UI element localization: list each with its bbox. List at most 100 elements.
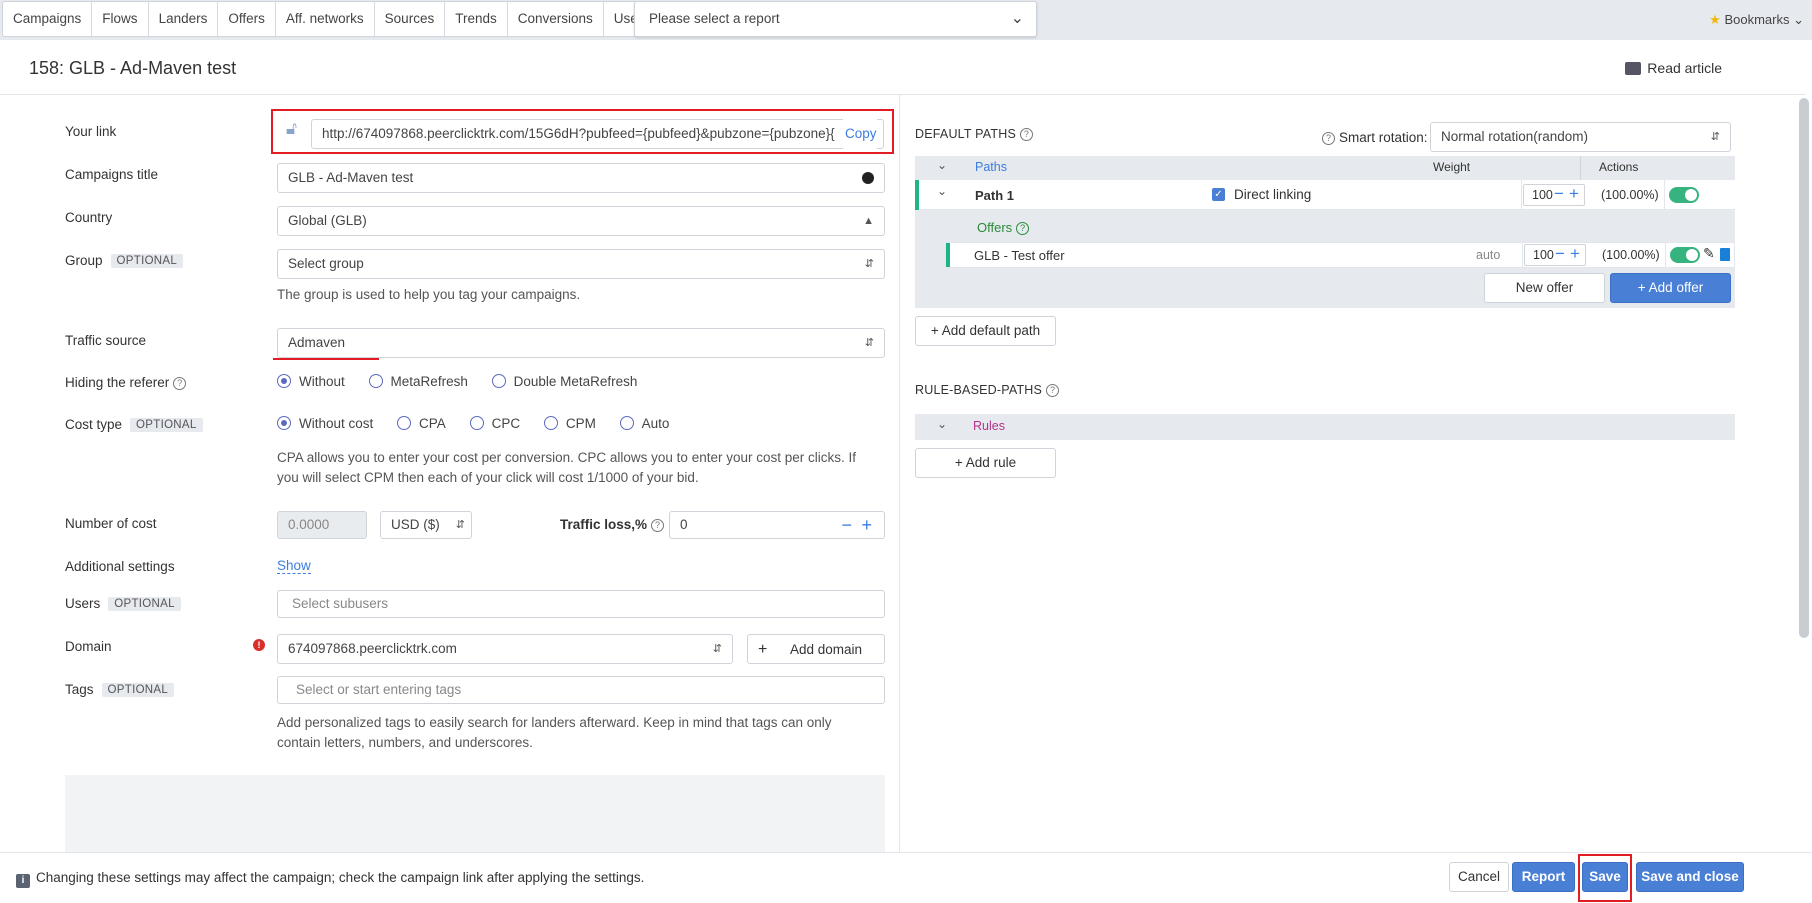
chevron-down-icon[interactable]: ⌄ xyxy=(937,184,947,198)
updown-icon: ▲ xyxy=(863,215,874,227)
help-icon[interactable]: ? xyxy=(1016,222,1030,235)
cancel-button[interactable]: Cancel xyxy=(1449,862,1509,892)
radio-cpa[interactable]: CPA xyxy=(397,416,446,431)
book-icon xyxy=(1625,62,1642,75)
page-title: 158: GLB - Ad-Maven test xyxy=(29,58,237,78)
radio-cpc[interactable]: CPC xyxy=(469,416,520,431)
traffic-loss-text: Traffic loss,% xyxy=(560,517,648,532)
plus-icon[interactable]: + xyxy=(861,512,872,538)
bookmarks-menu[interactable]: ★ Bookmarks ⌄ xyxy=(1709,0,1804,40)
nav-tab-conversions[interactable]: Conversions xyxy=(508,2,604,36)
nav-tab-aff-networks[interactable]: Aff. networks xyxy=(276,2,375,36)
radio-metarefresh[interactable]: MetaRefresh xyxy=(368,374,468,389)
nav-tab-trends[interactable]: Trends xyxy=(445,2,508,36)
path-row[interactable]: ⌄ Path 1 ✓ Direct linking 100− + (100.00%… xyxy=(915,180,1735,210)
offer-toggle[interactable] xyxy=(1670,247,1700,263)
radio-icon xyxy=(277,416,291,430)
help-icon[interactable]: ? xyxy=(173,377,187,390)
subusers-placeholder: Select subusers xyxy=(292,596,389,611)
help-icon[interactable]: ? xyxy=(1046,384,1060,397)
radio-double-metarefresh[interactable]: Double MetaRefresh xyxy=(491,374,638,389)
radio-without-cost[interactable]: Without cost xyxy=(277,416,373,431)
optional-badge: OPTIONAL xyxy=(101,683,175,697)
radio-label: Without cost xyxy=(299,416,374,431)
nav-tab-landers[interactable]: Landers xyxy=(149,2,219,36)
traffic-source-select[interactable]: Admaven ⇵ xyxy=(277,328,885,358)
optional-badge: OPTIONAL xyxy=(108,597,181,611)
nav-tab-sources[interactable]: Sources xyxy=(375,2,446,36)
group-select[interactable]: Select group ⇵ xyxy=(277,249,885,279)
radio-auto[interactable]: Auto xyxy=(619,416,670,431)
offers-title-text: Offers xyxy=(977,220,1013,235)
cost-type-label: Cost type OPTIONAL xyxy=(65,417,203,432)
color-dot-icon[interactable] xyxy=(862,172,874,184)
new-offer-button[interactable]: New offer xyxy=(1484,273,1605,303)
add-offer-button[interactable]: + Add offer xyxy=(1610,273,1731,303)
plus-icon[interactable]: + xyxy=(1569,184,1579,204)
traffic-source-value: Admaven xyxy=(288,335,346,350)
radio-cpm[interactable]: CPM xyxy=(543,416,596,431)
minus-icon[interactable]: − xyxy=(1555,244,1565,264)
add-default-path-button[interactable]: + Add default path xyxy=(915,316,1056,346)
offer-row[interactable]: GLB - Test offer auto 100− + (100.00%) ✎ xyxy=(945,242,1735,268)
minus-icon[interactable]: − xyxy=(841,512,852,538)
plus-icon[interactable]: + xyxy=(1570,244,1580,264)
minus-icon[interactable]: − xyxy=(1554,184,1564,204)
add-domain-button[interactable]: + Add domain xyxy=(747,634,885,664)
save-and-close-button[interactable]: Save and close xyxy=(1636,862,1744,892)
radio-without[interactable]: Without xyxy=(277,374,345,389)
chevron-down-icon[interactable]: ⌄ xyxy=(937,417,947,431)
report-select[interactable]: Please select a report ⌄ xyxy=(634,1,1037,37)
report-button[interactable]: Report xyxy=(1512,862,1575,892)
scrollbar[interactable] xyxy=(1799,98,1809,638)
show-additional-link[interactable]: Show xyxy=(277,558,311,574)
tags-help-2: contain letters, numbers, and underscore… xyxy=(277,735,533,750)
offer-weight-stepper[interactable]: 100− + xyxy=(1524,244,1586,266)
help-icon[interactable]: ? xyxy=(1020,128,1034,141)
footer-note: i Changing these settings may affect the … xyxy=(16,853,644,903)
nav-tab-offers[interactable]: Offers xyxy=(218,2,276,36)
radio-icon xyxy=(543,416,558,430)
country-select[interactable]: Global (GLB) ▲ xyxy=(277,206,885,236)
smart-rotation-label: ? Smart rotation: xyxy=(1322,130,1428,145)
help-icon[interactable]: ? xyxy=(1322,132,1335,145)
number-of-cost-label: Number of cost xyxy=(65,516,157,531)
domain-select[interactable]: 674097868.peerclicktrk.com ⇵ xyxy=(277,634,733,664)
group-label-text: Group xyxy=(65,253,103,268)
chevron-down-icon: ⌄ xyxy=(1010,10,1024,27)
rule-based-paths-text: RULE-BASED-PATHS xyxy=(915,383,1043,397)
read-article-link[interactable]: Read article xyxy=(1625,40,1722,96)
path-weight-stepper[interactable]: 100− + xyxy=(1523,184,1585,206)
nav-tab-flows[interactable]: Flows xyxy=(92,2,149,36)
radio-label: Auto xyxy=(641,416,670,431)
path-weight-percent: (100.00%) xyxy=(1601,188,1659,202)
currency-select[interactable]: USD ($) ⇵ xyxy=(380,511,472,539)
add-rule-button[interactable]: + Add rule xyxy=(915,448,1056,478)
campaign-title-input[interactable]: GLB - Ad-Maven test xyxy=(277,163,885,193)
tags-input[interactable]: Select or start entering tags xyxy=(277,676,885,704)
radio-label: CPM xyxy=(565,416,596,431)
tags-help-1: Add personalized tags to easily search f… xyxy=(277,715,832,730)
radio-label: Without xyxy=(299,374,345,389)
domain-label: Domain xyxy=(65,639,112,654)
path-toggle[interactable] xyxy=(1669,187,1699,203)
checkbox-checked-icon[interactable]: ✓ xyxy=(1212,188,1225,201)
copy-link-button[interactable]: Copy xyxy=(843,119,877,149)
radio-label: Double MetaRefresh xyxy=(513,374,638,389)
pencil-icon[interactable]: ✎ xyxy=(1703,245,1715,262)
campaign-link-field[interactable]: http://674097868.peerclicktrk.com/15G6dH… xyxy=(311,119,884,149)
help-icon[interactable]: ? xyxy=(651,519,665,532)
domain-value: 674097868.peerclicktrk.com xyxy=(288,641,457,656)
smart-rotation-select[interactable]: Normal rotation(random) ⇵ xyxy=(1430,122,1731,152)
chevron-down-icon[interactable]: ⌄ xyxy=(937,158,947,172)
default-paths-title: DEFAULT PATHS? xyxy=(915,127,1034,141)
save-button[interactable]: Save xyxy=(1582,862,1628,892)
traffic-loss-label: Traffic loss,%? xyxy=(560,517,665,532)
subusers-select[interactable]: Select subusers xyxy=(277,590,885,618)
tags-label: Tags OPTIONAL xyxy=(65,682,175,697)
traffic-loss-input[interactable]: 0 − + xyxy=(669,511,885,539)
nav-tab-campaigns[interactable]: Campaigns xyxy=(3,2,93,36)
trash-icon[interactable] xyxy=(1720,248,1730,261)
cost-amount-input[interactable]: 0.0000 xyxy=(277,511,367,539)
column-separator xyxy=(1522,243,1523,267)
